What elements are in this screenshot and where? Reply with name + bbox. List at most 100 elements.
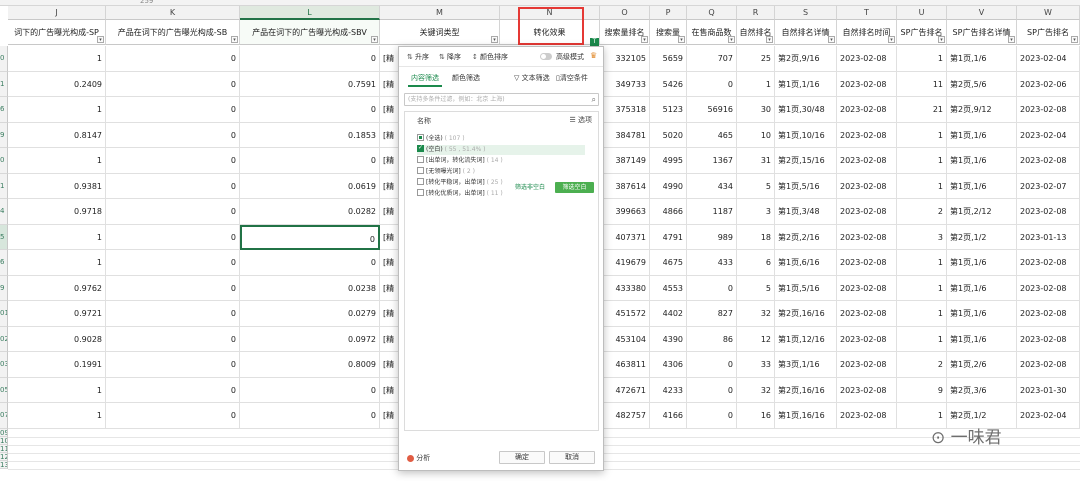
cell-P[interactable]: 4233 [650,377,687,403]
cell-W[interactable]: 2023-02-08 [1017,250,1080,276]
row-number[interactable]: 02 [0,326,8,352]
header-T[interactable]: 自然排名时间 ▾ [837,20,897,45]
cell-V[interactable]: 第1页,1/6 [947,122,1017,148]
column-letter-O[interactable]: O [600,6,650,20]
cell-Q[interactable]: 0 [687,71,737,97]
filter-dropdown-icon[interactable]: ▾ [678,36,685,43]
header-Q[interactable]: 在售商品数 ▾ [687,20,737,45]
cell-O[interactable]: 399663 [600,199,650,225]
filter-list-item[interactable]: [无领曝光词] ( 2 ) [417,167,475,177]
row-number[interactable]: 1 [0,71,8,97]
cell-O[interactable]: 419679 [600,250,650,276]
cell-L[interactable]: 0.0279 [240,301,380,327]
cell-W[interactable]: 2023-01-30 [1017,377,1080,403]
cell-J[interactable]: 1 [8,224,106,250]
filter-dropdown-icon[interactable]: ▾ [97,36,104,43]
cell-W[interactable]: 2023-01-13 [1017,224,1080,250]
cell-O[interactable]: 349733 [600,71,650,97]
cell-S[interactable]: 第1页,1/16 [775,71,837,97]
checkbox[interactable] [417,156,424,163]
cell-Q[interactable]: 1367 [687,148,737,174]
row-number[interactable]: 5 [0,224,8,250]
cell-V[interactable]: 第1页,1/6 [947,275,1017,301]
cell-O[interactable]: 463811 [600,352,650,378]
cell-V[interactable]: 第1页,1/6 [947,326,1017,352]
cell-T[interactable]: 2023-02-08 [837,122,897,148]
cell-P[interactable]: 5659 [650,46,687,72]
row-number[interactable]: 07 [0,403,8,429]
cell-T[interactable]: 2023-02-08 [837,275,897,301]
row-number[interactable]: 05 [0,377,8,403]
cell-J[interactable]: 0.9721 [8,301,106,327]
column-letter-L[interactable]: L [240,6,380,20]
filter-dropdown-icon[interactable]: ▾ [766,36,773,43]
cell-R[interactable]: 32 [737,301,775,327]
row-number[interactable]: 0 [0,46,8,72]
cell-U[interactable]: 2 [897,352,947,378]
column-letter-M[interactable]: M [380,6,500,20]
cell-M[interactable]: [精 [380,326,400,352]
cell-S[interactable]: 第2页,16/16 [775,377,837,403]
header-K[interactable]: 产品在词下的广告曝光构成-SB ▾ [106,20,240,45]
cell-R[interactable]: 1 [737,71,775,97]
cell-P[interactable]: 4995 [650,148,687,174]
row-number[interactable]: 9 [0,122,8,148]
cell-U[interactable]: 9 [897,377,947,403]
cell-M[interactable]: [精 [380,148,400,174]
cell-L[interactable]: 0 [240,377,380,403]
cell-W[interactable]: 2023-02-04 [1017,403,1080,429]
cell-R[interactable]: 30 [737,97,775,123]
cell-R[interactable]: 25 [737,46,775,72]
cell-O[interactable]: 387149 [600,148,650,174]
cell-K[interactable]: 0 [106,224,240,250]
row-number[interactable]: 01 [0,301,8,327]
cell-J[interactable]: 0.1991 [8,352,106,378]
cell-P[interactable]: 4990 [650,173,687,199]
cell-W[interactable]: 2023-02-08 [1017,97,1080,123]
cell-P[interactable]: 4306 [650,352,687,378]
cell-L[interactable]: 0 [240,46,380,72]
cell-K[interactable]: 0 [106,71,240,97]
cell-O[interactable]: 433380 [600,275,650,301]
cell-T[interactable]: 2023-02-08 [837,46,897,72]
cell-T[interactable]: 2023-02-08 [837,71,897,97]
cell-R[interactable]: 10 [737,122,775,148]
cell-S[interactable]: 第1页,30/48 [775,97,837,123]
cell-T[interactable]: 2023-02-08 [837,326,897,352]
cell-P[interactable]: 5426 [650,71,687,97]
cell-O[interactable]: 387614 [600,173,650,199]
filter-dropdown-icon[interactable]: ▾ [888,36,895,43]
cell-J[interactable]: 0.9381 [8,173,106,199]
cell-S[interactable]: 第1页,3/48 [775,199,837,225]
cell-J[interactable]: 0.8147 [8,122,106,148]
cell-T[interactable]: 2023-02-08 [837,173,897,199]
cell-Q[interactable]: 86 [687,326,737,352]
cell-L[interactable]: 0 [240,250,380,276]
cell-P[interactable]: 5020 [650,122,687,148]
filter-search-input[interactable]: (支持多条件过滤，例如：北京 上海) ⌕ [404,93,599,106]
ok-button[interactable]: 确定 [499,451,545,464]
cell-R[interactable]: 3 [737,199,775,225]
cell-U[interactable]: 11 [897,71,947,97]
cell-U[interactable]: 1 [897,122,947,148]
sort-color-button[interactable]: ↕ 颜色排序 [472,52,508,62]
cell-T[interactable]: 2023-02-08 [837,301,897,327]
filter-dropdown-icon[interactable]: ▾ [491,36,498,43]
filter-dropdown-icon[interactable]: ▾ [728,36,735,43]
cell-K[interactable]: 0 [106,301,240,327]
cell-U[interactable]: 1 [897,46,947,72]
header-W[interactable]: SP广告排名 ▾ [1017,20,1080,45]
cell-K[interactable]: 0 [106,122,240,148]
cell-L[interactable]: 0.0619 [240,173,380,199]
row-number[interactable]: 03 [0,352,8,378]
row-number[interactable]: 6 [0,250,8,276]
cell-U[interactable]: 3 [897,224,947,250]
checkbox[interactable] [417,143,424,153]
cell-O[interactable]: 472671 [600,377,650,403]
cell-Q[interactable]: 465 [687,122,737,148]
cell-P[interactable]: 4402 [650,301,687,327]
cell-M[interactable]: [精 [380,403,400,429]
tab-color-filter[interactable]: 颜色筛选 [449,72,483,85]
cell-V[interactable]: 第1页,2/6 [947,352,1017,378]
cell-J[interactable]: 0.2409 [8,71,106,97]
